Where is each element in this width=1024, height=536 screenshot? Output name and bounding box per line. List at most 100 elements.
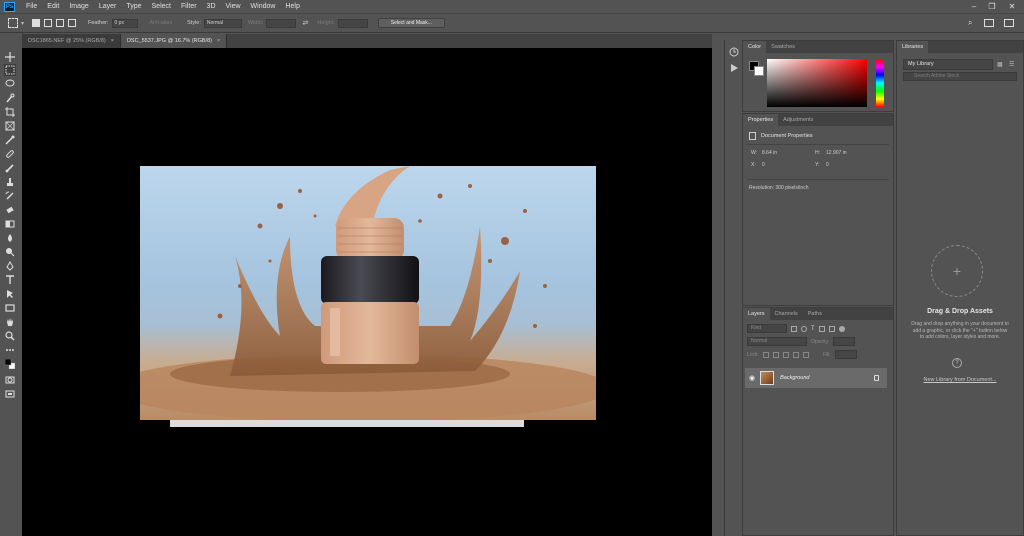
chevron-down-icon[interactable]: ▾ xyxy=(21,20,24,27)
filter-adjustment-icon[interactable] xyxy=(801,325,807,332)
blend-mode-select[interactable]: Normal xyxy=(747,337,807,346)
add-asset-icon[interactable]: + xyxy=(931,245,983,297)
close-button[interactable]: ✕ xyxy=(1004,0,1020,13)
lock-all-icon[interactable] xyxy=(802,351,809,358)
marquee-tool-icon[interactable] xyxy=(4,64,16,76)
grid-view-icon[interactable]: ▦ xyxy=(997,61,1003,68)
height-value[interactable]: 12.907 in xyxy=(826,150,847,156)
tab-color[interactable]: Color xyxy=(743,41,767,53)
tab-properties[interactable]: Properties xyxy=(743,114,779,126)
filter-smart-icon[interactable] xyxy=(828,325,835,332)
menu-help[interactable]: Help xyxy=(280,3,304,10)
dodge-tool-icon[interactable] xyxy=(4,246,16,258)
brush-tool-icon[interactable] xyxy=(4,162,16,174)
document-image[interactable] xyxy=(140,166,596,420)
move-tool-icon[interactable] xyxy=(4,51,16,63)
filter-pixel-icon[interactable] xyxy=(791,325,797,332)
opacity-input[interactable] xyxy=(833,337,856,346)
help-icon[interactable]: ? xyxy=(952,358,962,368)
width-input[interactable] xyxy=(266,18,297,28)
width-value[interactable]: 8.64 in xyxy=(762,150,777,156)
height-input[interactable] xyxy=(337,18,368,28)
rectangle-tool-icon[interactable] xyxy=(4,302,16,314)
tab-paths[interactable]: Paths xyxy=(803,308,827,320)
lasso-tool-icon[interactable] xyxy=(4,78,16,90)
layer-filter-kind[interactable]: Kind xyxy=(747,324,787,333)
new-library-from-document-link[interactable]: New Library from Document... xyxy=(897,377,1023,383)
quick-mask-icon[interactable] xyxy=(4,374,16,386)
tab-swatches[interactable]: Swatches xyxy=(766,41,800,53)
library-search-input[interactable]: Search Adobe Stock xyxy=(903,72,1017,81)
style-select[interactable]: Normal xyxy=(203,18,242,28)
menu-3d[interactable]: 3D xyxy=(202,3,221,10)
frame-tool-icon[interactable] xyxy=(4,120,16,132)
workspace-icon[interactable] xyxy=(984,19,994,27)
filter-toggle-icon[interactable] xyxy=(838,325,845,332)
share-icon[interactable] xyxy=(1004,19,1014,27)
screen-mode-icon[interactable] xyxy=(4,388,16,400)
menu-layer[interactable]: Layer xyxy=(94,3,122,10)
tab-dsc1865[interactable]: DSC1865.NEF @ 25% (RGB/8) × xyxy=(22,34,121,48)
color-swatches-icon[interactable] xyxy=(4,358,16,370)
clone-stamp-tool-icon[interactable] xyxy=(4,176,16,188)
tab-layers[interactable]: Layers xyxy=(743,308,770,320)
close-icon[interactable]: × xyxy=(217,38,220,44)
layer-name[interactable]: Background xyxy=(780,375,809,381)
anti-alias-checkbox[interactable]: Anti-alias xyxy=(150,20,173,26)
layer-row-background[interactable]: ◉ Background xyxy=(745,368,887,388)
menu-filter[interactable]: Filter xyxy=(176,3,202,10)
menu-view[interactable]: View xyxy=(221,3,246,10)
crop-tool-icon[interactable] xyxy=(4,106,16,118)
menu-edit[interactable]: Edit xyxy=(42,3,64,10)
marquee-tool-preset-icon[interactable] xyxy=(8,18,18,28)
pen-tool-icon[interactable] xyxy=(4,260,16,272)
menu-select[interactable]: Select xyxy=(147,3,176,10)
close-icon[interactable]: × xyxy=(111,38,114,44)
y-value[interactable]: 0 xyxy=(826,162,829,168)
menu-image[interactable]: Image xyxy=(64,3,93,10)
subtract-selection-icon[interactable] xyxy=(56,19,65,27)
minimize-button[interactable]: – xyxy=(966,0,982,13)
eraser-tool-icon[interactable] xyxy=(4,204,16,216)
color-field[interactable] xyxy=(767,59,867,107)
x-value[interactable]: 0 xyxy=(762,162,765,168)
search-icon[interactable]: ⌕ xyxy=(968,18,972,28)
new-selection-icon[interactable] xyxy=(32,19,41,27)
eyedropper-tool-icon[interactable] xyxy=(4,134,16,146)
blur-tool-icon[interactable] xyxy=(4,232,16,244)
tab-libraries[interactable]: Libraries xyxy=(897,41,929,53)
zoom-tool-icon[interactable] xyxy=(4,330,16,342)
quick-selection-tool-icon[interactable] xyxy=(4,92,16,104)
menu-window[interactable]: Window xyxy=(246,3,281,10)
menu-file[interactable]: File xyxy=(21,3,42,10)
tab-adjustments[interactable]: Adjustments xyxy=(778,114,818,126)
background-color-swatch[interactable] xyxy=(754,66,764,76)
fill-input[interactable] xyxy=(834,350,857,359)
gradient-tool-icon[interactable] xyxy=(4,218,16,230)
filter-shape-icon[interactable] xyxy=(818,325,825,332)
menu-type[interactable]: Type xyxy=(121,3,146,10)
lock-position-icon[interactable] xyxy=(782,351,789,358)
swap-icon[interactable]: ⇄ xyxy=(302,19,308,27)
tab-channels[interactable]: Channels xyxy=(770,308,803,320)
library-select[interactable]: My Library xyxy=(903,59,993,70)
lock-pixels-icon[interactable] xyxy=(772,351,779,358)
list-view-icon[interactable]: ☰ xyxy=(1009,61,1014,68)
hue-slider[interactable] xyxy=(876,59,884,107)
tab-dsc5537[interactable]: DSC_5537.JPG @ 16.7% (RGB/8) × xyxy=(120,34,228,48)
lock-artboard-icon[interactable] xyxy=(792,351,799,358)
add-to-selection-icon[interactable] xyxy=(44,19,53,27)
intersect-selection-icon[interactable] xyxy=(68,19,77,27)
filter-type-icon[interactable]: T xyxy=(811,326,815,332)
hand-tool-icon[interactable] xyxy=(4,316,16,328)
history-icon[interactable] xyxy=(728,46,740,58)
restore-button[interactable]: ❐ xyxy=(984,0,1000,13)
actions-icon[interactable] xyxy=(728,62,740,74)
history-brush-tool-icon[interactable] xyxy=(4,190,16,202)
more-tools-icon[interactable] xyxy=(4,344,16,356)
eye-icon[interactable]: ◉ xyxy=(749,374,755,382)
path-selection-tool-icon[interactable] xyxy=(4,288,16,300)
feather-input[interactable]: 0 px xyxy=(111,18,138,28)
select-and-mask-button[interactable]: Select and Mask... xyxy=(377,18,445,28)
type-tool-icon[interactable] xyxy=(4,274,16,286)
